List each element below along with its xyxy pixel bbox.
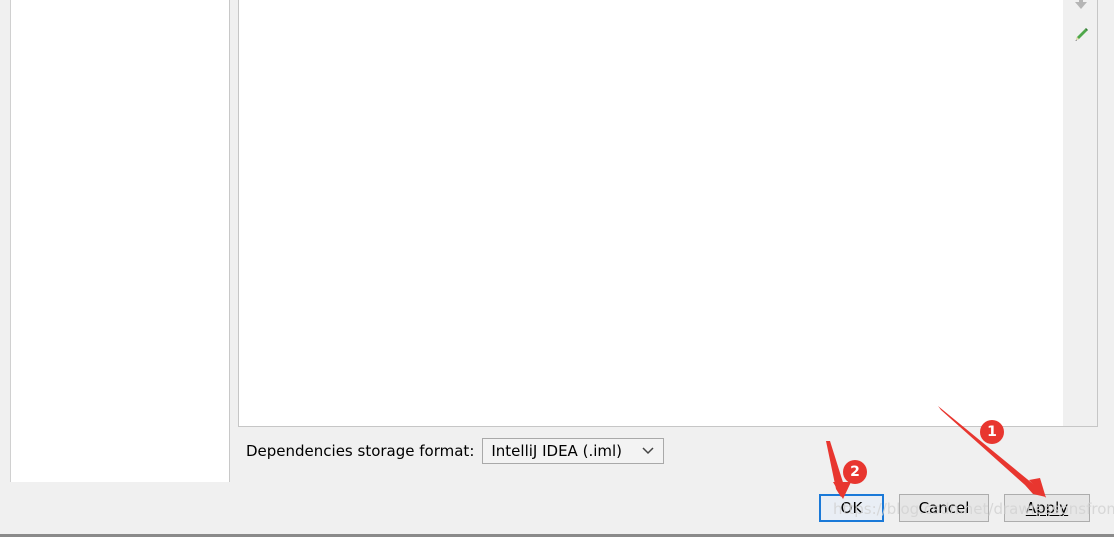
annotation-arrows <box>826 406 1046 499</box>
annotation-badge-1: 1 <box>980 420 1004 444</box>
annotation-arrowhead-2 <box>833 482 851 499</box>
annotation-badge-2: 2 <box>843 460 867 484</box>
